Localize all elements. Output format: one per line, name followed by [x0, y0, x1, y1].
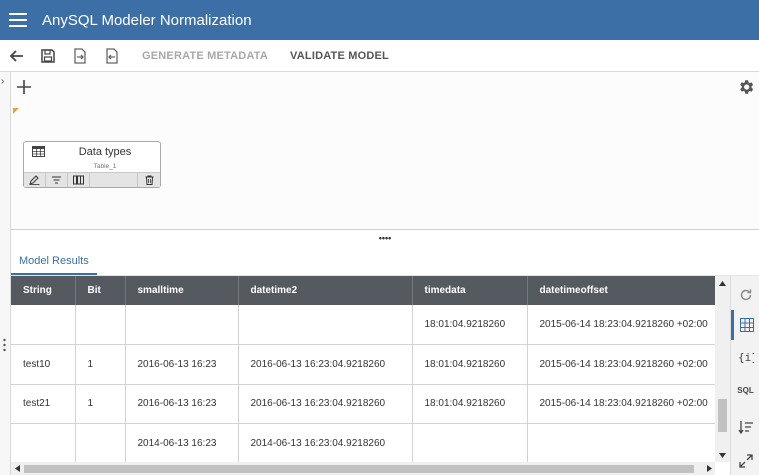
- table-cell[interactable]: 2016-06-13 16:23: [125, 384, 239, 424]
- table-cell[interactable]: 2015-06-14 18:23:04.9218260 +02:00: [527, 305, 715, 345]
- table-cell[interactable]: 2015-06-14 18:23:04.9218260 +02:00: [527, 384, 715, 424]
- table-row[interactable]: test10 1 2016-06-13 16:23 2016-06-13 16:…: [11, 344, 715, 385]
- results-side-panel: {i} SQL: [730, 276, 759, 475]
- json-view-icon[interactable]: {i}: [731, 342, 759, 372]
- sort-icon[interactable]: [731, 412, 759, 442]
- app-title: AnySQL Modeler Normalization: [42, 11, 252, 29]
- export-icon[interactable]: [64, 40, 96, 72]
- panel-splitter[interactable]: ••••: [11, 229, 759, 245]
- column-header[interactable]: smalltime: [125, 276, 239, 305]
- table-icon: [32, 146, 45, 157]
- scroll-left-icon[interactable]: [11, 462, 23, 475]
- scroll-down-icon[interactable]: [715, 448, 730, 462]
- column-header[interactable]: String: [11, 276, 76, 305]
- table-cell[interactable]: 1: [75, 344, 126, 385]
- add-icon[interactable]: [15, 78, 33, 96]
- table-row[interactable]: test21 1 2016-06-13 16:23 2016-06-13 16:…: [11, 384, 715, 424]
- filter-icon[interactable]: [46, 173, 68, 187]
- left-rail: ›: [0, 72, 11, 475]
- table-cell[interactable]: 2014-06-13 16:23: [125, 423, 239, 462]
- results-grid: String Bit smalltime datetime2 timedata …: [11, 276, 715, 462]
- table-cell[interactable]: [125, 305, 239, 345]
- table-cell[interactable]: test10: [11, 344, 76, 385]
- entity-name: Data types: [78, 146, 132, 158]
- menu-icon[interactable]: [0, 0, 36, 40]
- sql-label: SQL: [737, 385, 754, 395]
- entity-subtitle: Table_1: [93, 163, 117, 170]
- sql-view-button[interactable]: SQL: [731, 375, 759, 405]
- back-arrow-icon[interactable]: [0, 40, 32, 72]
- results-table: String Bit smalltime datetime2 timedata …: [11, 276, 715, 462]
- columns-icon[interactable]: [68, 173, 90, 187]
- chevron-right-icon[interactable]: ›: [1, 76, 4, 87]
- refresh-icon[interactable]: [731, 280, 759, 310]
- table-cell[interactable]: [412, 423, 528, 462]
- table-cell[interactable]: [527, 423, 715, 462]
- horizontal-scrollbar[interactable]: [11, 462, 715, 475]
- table-cell[interactable]: [75, 305, 126, 345]
- column-header[interactable]: timedata: [412, 276, 528, 305]
- entity-actions-spacer: [90, 173, 138, 187]
- expand-icon[interactable]: [731, 446, 759, 475]
- save-icon[interactable]: [32, 40, 64, 72]
- entity-card[interactable]: Data types Table_1: [23, 141, 161, 188]
- table-cell[interactable]: 18:01:04.9218260: [412, 384, 528, 424]
- results-tabs: Model Results: [11, 248, 759, 276]
- drag-handle-icon[interactable]: [3, 338, 6, 352]
- table-cell[interactable]: 2016-06-13 16:23:04.9218260: [238, 384, 413, 424]
- table-row[interactable]: 18:01:04.9218260 2015-06-14 18:23:04.921…: [11, 305, 715, 345]
- table-cell[interactable]: [75, 423, 126, 462]
- table-cell[interactable]: test21: [11, 384, 76, 424]
- table-cell[interactable]: [11, 423, 76, 462]
- edit-icon[interactable]: [24, 173, 46, 187]
- table-header-row: String Bit smalltime datetime2 timedata …: [11, 276, 715, 305]
- trash-icon[interactable]: [138, 173, 160, 187]
- table-cell[interactable]: [238, 305, 413, 345]
- entity-actions: [24, 172, 160, 187]
- vertical-scrollbar[interactable]: [715, 276, 730, 462]
- splitter-handle-icon: ••••: [378, 232, 392, 243]
- vertical-scroll-thumb[interactable]: [718, 399, 727, 432]
- table-cell[interactable]: 2014-06-13 16:23:04.9218260: [238, 423, 413, 462]
- app-root: AnySQL Modeler Normalization GENERATE ME…: [0, 0, 759, 475]
- model-canvas[interactable]: Data types Table_1: [11, 72, 759, 229]
- toolbar: GENERATE METADATA VALIDATE MODEL: [0, 40, 759, 72]
- table-cell[interactable]: 1: [75, 384, 126, 424]
- column-header[interactable]: Bit: [75, 276, 126, 305]
- gear-icon[interactable]: [737, 78, 755, 96]
- table-cell[interactable]: 2016-06-13 16:23:04.9218260: [238, 344, 413, 385]
- app-header: AnySQL Modeler Normalization: [0, 0, 759, 40]
- table-cell[interactable]: 18:01:04.9218260: [412, 344, 528, 385]
- table-cell[interactable]: 2015-06-14 18:23:04.9218260 +02:00: [527, 344, 715, 385]
- horizontal-scroll-thumb[interactable]: [24, 465, 694, 473]
- table-cell[interactable]: 2016-06-13 16:23: [125, 344, 239, 385]
- import-icon[interactable]: [96, 40, 128, 72]
- grid-view-icon[interactable]: [731, 310, 759, 340]
- column-header[interactable]: datetimeoffset: [527, 276, 715, 305]
- corner-marker-icon: [13, 108, 19, 114]
- table-cell[interactable]: [11, 305, 76, 345]
- tab-model-results[interactable]: Model Results: [11, 248, 97, 275]
- column-header[interactable]: datetime2: [238, 276, 413, 305]
- table-cell[interactable]: 18:01:04.9218260: [412, 305, 528, 345]
- scroll-up-icon[interactable]: [715, 276, 730, 290]
- table-row[interactable]: 2014-06-13 16:23 2014-06-13 16:23:04.921…: [11, 423, 715, 462]
- svg-text:{i}: {i}: [738, 351, 754, 364]
- validate-model-button[interactable]: VALIDATE MODEL: [280, 40, 399, 72]
- generate-metadata-button[interactable]: GENERATE METADATA: [132, 40, 278, 72]
- scroll-right-icon[interactable]: [703, 462, 715, 475]
